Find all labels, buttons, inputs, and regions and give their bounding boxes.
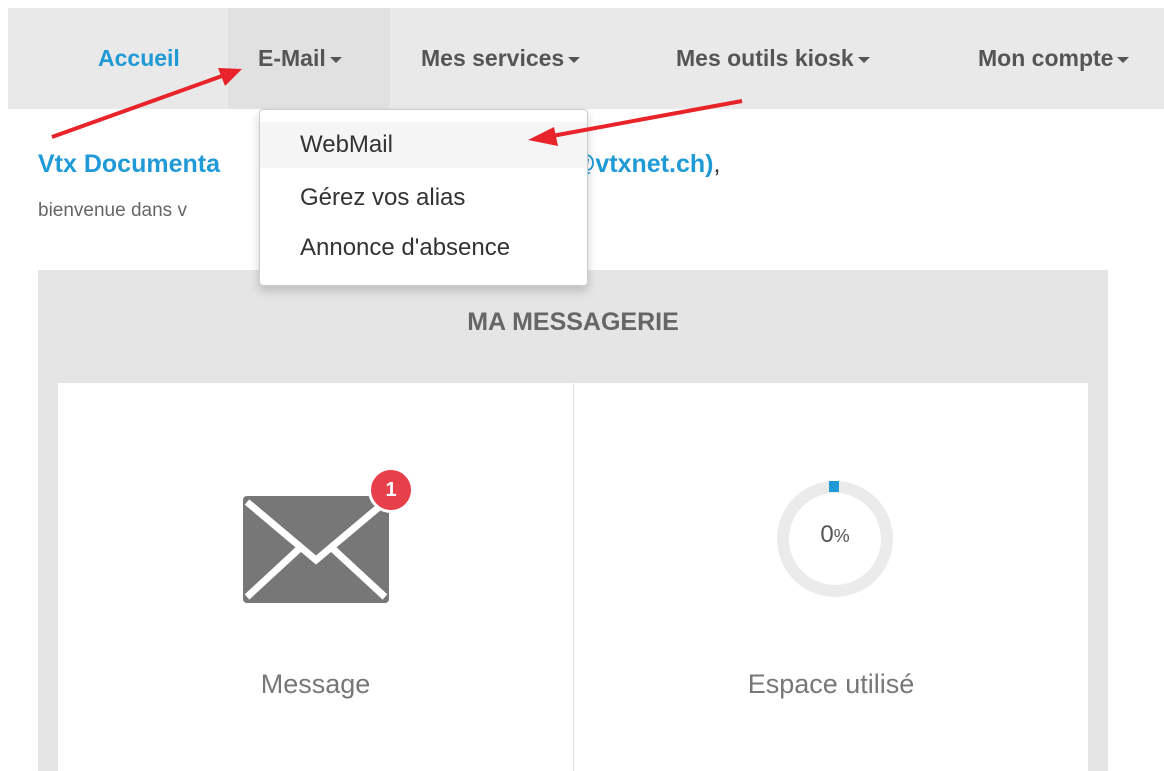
caret-down-icon [329,56,342,63]
caret-down-icon [857,56,870,63]
messagerie-panel: MA MESSAGERIE 1 Message 0% Espace utilis… [38,270,1108,771]
messages-label: Message [260,669,371,699]
caret-down-icon [568,56,581,63]
nav-item-email[interactable]: E-Mail [228,8,390,109]
nav-item-mes-services[interactable]: Mes services [421,8,581,109]
welcome-name: Vtx Documenta [38,150,220,178]
welcome-subtitle: bienvenue dans v [38,200,187,221]
messages-card[interactable]: 1 Message [58,383,574,771]
dropdown-item-label: WebMail [300,131,393,158]
storage-card: 0% Espace utilisé [574,383,1088,771]
dropdown-item-label: Annonce d'absence [300,234,511,261]
storage-label: Espace utilisé [747,669,915,699]
top-navbar: Accueil E-Mail Mes services Mes outils k… [8,8,1164,109]
panel-title: MA MESSAGERIE [467,308,679,336]
welcome-punctuation: , [713,150,721,178]
storage-unit: % [833,526,850,546]
dropdown-item-absence[interactable]: Annonce d'absence [260,225,587,271]
nav-label: Mes outils kiosk [676,45,854,71]
nav-item-mon-compte[interactable]: Mon compte [978,8,1130,109]
nav-label: Accueil [98,45,180,71]
nav-label: E-Mail [258,45,326,71]
storage-value: 0 [820,521,834,548]
nav-label: Mes services [421,45,565,71]
dropdown-item-label: Gérez vos alias [300,184,466,211]
caret-down-icon [1117,56,1130,63]
message-count-badge: 1 [368,467,414,513]
dropdown-item-webmail[interactable]: WebMail [260,122,587,168]
envelope-icon [243,496,389,603]
nav-item-accueil[interactable]: Accueil [98,8,180,109]
nav-item-mes-outils-kiosk[interactable]: Mes outils kiosk [676,8,870,109]
email-dropdown-menu: WebMail Gérez vos alias Annonce d'absenc… [259,109,588,286]
storage-percent: 0% [773,521,897,549]
nav-label: Mon compte [978,45,1114,71]
dropdown-item-alias[interactable]: Gérez vos alias [260,175,587,221]
